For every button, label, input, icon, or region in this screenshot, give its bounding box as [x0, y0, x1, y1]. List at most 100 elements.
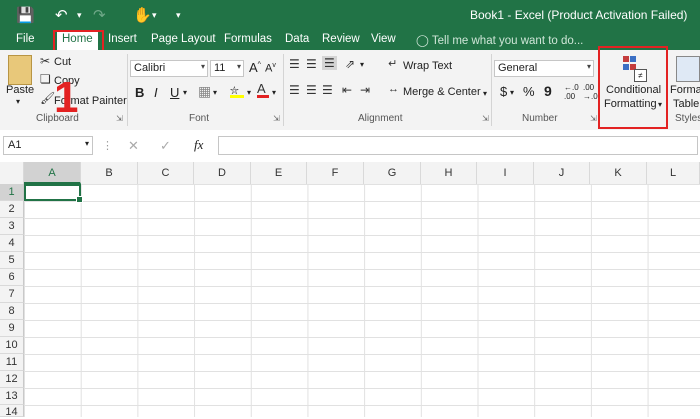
- save-icon[interactable]: 💾: [16, 6, 35, 24]
- font-color-icon[interactable]: A: [257, 81, 269, 98]
- insert-function-button[interactable]: fx: [194, 137, 203, 153]
- tell-me-search[interactable]: ◯ Tell me what you want to do...: [416, 33, 583, 47]
- column-header[interactable]: B: [81, 162, 138, 184]
- column-header[interactable]: E: [251, 162, 307, 184]
- merge-dropdown-icon[interactable]: ▾: [483, 89, 487, 98]
- align-left-icon[interactable]: ☰: [289, 83, 300, 97]
- row-header[interactable]: 1: [0, 184, 24, 201]
- touch-dropdown-icon[interactable]: ▾: [152, 10, 157, 21]
- column-header[interactable]: L: [647, 162, 700, 184]
- align-top-icon[interactable]: ☰: [289, 57, 300, 71]
- row-header[interactable]: 6: [0, 269, 24, 286]
- increase-indent-icon[interactable]: ⇥: [360, 83, 370, 97]
- row-header[interactable]: 12: [0, 371, 24, 388]
- format-as-table-label-2[interactable]: Table: [673, 98, 699, 110]
- italic-button[interactable]: I: [154, 85, 158, 100]
- percent-button[interactable]: %: [523, 84, 535, 99]
- font-size-select[interactable]: 11 ▾: [210, 60, 244, 77]
- row-header[interactable]: 3: [0, 218, 24, 235]
- styles-label-clip: Styles: [675, 110, 700, 126]
- currency-dropdown-icon[interactable]: ▾: [510, 88, 514, 97]
- column-header[interactable]: J: [534, 162, 590, 184]
- borders-dropdown-icon[interactable]: ▾: [213, 88, 217, 97]
- number-format-select[interactable]: General ▾: [494, 60, 594, 77]
- active-cell-a1[interactable]: [24, 184, 83, 203]
- column-header[interactable]: F: [307, 162, 364, 184]
- format-painter-icon[interactable]: 🖌: [40, 91, 55, 105]
- shrink-font-icon[interactable]: Av: [265, 62, 276, 75]
- column-header[interactable]: G: [364, 162, 421, 184]
- cut-button[interactable]: Cut: [54, 56, 71, 68]
- row-header[interactable]: 11: [0, 354, 24, 371]
- align-right-icon[interactable]: ☰: [322, 83, 333, 97]
- column-header[interactable]: C: [138, 162, 194, 184]
- row-header[interactable]: 8: [0, 303, 24, 320]
- paste-icon[interactable]: [8, 55, 32, 85]
- currency-button[interactable]: $: [500, 84, 507, 99]
- ribbon-tabs: File Home Insert Page Layout Formulas Da…: [0, 30, 700, 50]
- decrease-indent-icon[interactable]: ⇤: [342, 83, 352, 97]
- scissors-icon[interactable]: ✂: [40, 54, 50, 68]
- row-header[interactable]: 13: [0, 388, 24, 405]
- tab-formulas[interactable]: Formulas: [224, 33, 272, 45]
- align-middle-icon[interactable]: ☰: [306, 57, 317, 71]
- merge-center-button[interactable]: Merge & Center: [403, 86, 481, 98]
- row-header[interactable]: 4: [0, 235, 24, 252]
- row-header[interactable]: 7: [0, 286, 24, 303]
- tab-review[interactable]: Review: [322, 33, 360, 45]
- cell-grid[interactable]: [24, 184, 700, 417]
- underline-button[interactable]: U: [170, 85, 179, 100]
- grow-font-icon[interactable]: A^: [249, 60, 261, 75]
- borders-icon[interactable]: ▦: [198, 83, 211, 100]
- dialog-launcher-icon[interactable]: ⇲: [116, 114, 123, 123]
- increase-decimal-icon[interactable]: ←.0.00: [564, 83, 579, 101]
- decrease-decimal-icon[interactable]: .00 →.0: [583, 83, 598, 101]
- row-header[interactable]: 9: [0, 320, 24, 337]
- align-center-icon[interactable]: ☰: [306, 83, 317, 97]
- dialog-launcher-icon[interactable]: ⇲: [590, 114, 597, 123]
- column-header[interactable]: A: [24, 162, 81, 184]
- chevron-down-icon[interactable]: ▾: [85, 139, 89, 148]
- tab-insert[interactable]: Insert: [108, 33, 137, 45]
- tab-file[interactable]: File: [16, 33, 35, 45]
- orientation-dropdown-icon[interactable]: ▾: [360, 60, 364, 69]
- comma-style-button[interactable]: 9: [544, 83, 552, 99]
- column-header[interactable]: D: [194, 162, 251, 184]
- undo-icon[interactable]: ↶: [55, 6, 68, 24]
- copy-icon[interactable]: ❏: [40, 72, 51, 86]
- font-name-select[interactable]: Calibri ▾: [130, 60, 208, 77]
- touch-mode-icon[interactable]: ✋: [133, 6, 152, 24]
- underline-dropdown-icon[interactable]: ▾: [183, 88, 187, 97]
- font-color-dropdown-icon[interactable]: ▾: [272, 88, 276, 97]
- row-header[interactable]: 14: [0, 405, 24, 418]
- select-all-corner[interactable]: [0, 162, 24, 184]
- column-header[interactable]: I: [477, 162, 534, 184]
- fill-color-dropdown-icon[interactable]: ▾: [247, 88, 251, 97]
- column-header[interactable]: H: [421, 162, 477, 184]
- column-header[interactable]: K: [590, 162, 647, 184]
- format-as-table-label-1[interactable]: Format as: [670, 84, 700, 96]
- paste-button[interactable]: Paste: [6, 84, 34, 96]
- customize-toolbar-icon[interactable]: ▾: [176, 10, 181, 21]
- tab-page-layout[interactable]: Page Layout: [151, 33, 216, 45]
- dialog-launcher-icon[interactable]: ⇲: [273, 114, 280, 123]
- row-header[interactable]: 5: [0, 252, 24, 269]
- redo-icon: ↷: [93, 7, 106, 24]
- bold-button[interactable]: B: [135, 85, 144, 100]
- fill-handle[interactable]: [76, 196, 83, 203]
- undo-dropdown-icon[interactable]: ▾: [77, 10, 82, 21]
- name-box[interactable]: A1 ▾: [3, 136, 93, 155]
- fill-color-icon[interactable]: ⛦: [230, 83, 244, 98]
- format-as-table-icon[interactable]: [676, 56, 700, 82]
- row-header[interactable]: 10: [0, 337, 24, 354]
- formula-input[interactable]: [218, 136, 698, 155]
- window-title: Book1 - Excel (Product Activation Failed…: [470, 8, 688, 22]
- orientation-icon[interactable]: ⇗: [345, 57, 355, 71]
- row-header[interactable]: 2: [0, 201, 24, 218]
- tab-view[interactable]: View: [371, 33, 396, 45]
- tab-data[interactable]: Data: [285, 33, 309, 45]
- wrap-text-button[interactable]: Wrap Text: [403, 60, 452, 72]
- paste-dropdown-icon[interactable]: ▾: [16, 97, 20, 106]
- dialog-launcher-icon[interactable]: ⇲: [482, 114, 489, 123]
- align-bottom-icon[interactable]: ☰: [322, 56, 337, 70]
